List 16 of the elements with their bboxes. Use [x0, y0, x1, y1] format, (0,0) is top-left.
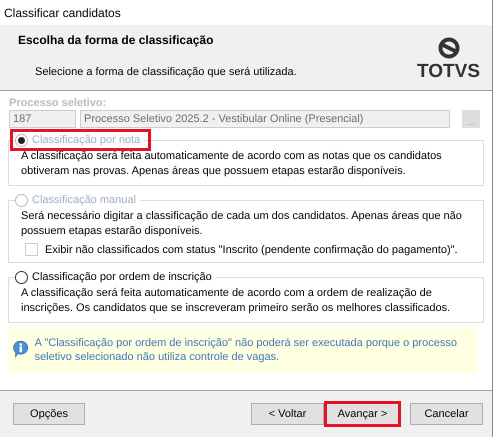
option-description: A classificação será feita automaticamente de acordo com a ordem de realização de inscrições. Os candidatos que se inscreveram primeiro serão os melhores classificados. — [21, 286, 452, 316]
window-title: Classificar candidatos — [3, 4, 122, 22]
option-description: Será necessário digitar a classificação de cada um dos candidatos. Apenas áreas que não possuem etapas estarão disponíveis. — [21, 209, 463, 239]
dialog-button[interactable]: Cancelar — [410, 403, 483, 425]
logo-icon — [438, 37, 460, 59]
step-subtitle: Selecione a forma de classificação que será utilizada. — [35, 66, 297, 78]
field-label: Processo seletivo: — [9, 97, 108, 109]
info-message: A "Classificação por ordem de inscrição" não poderá ser executada porque o processo seletivo selecionado não utiliza controle de vagas. — [34, 336, 458, 364]
dialog-button[interactable]: < Voltar — [251, 403, 324, 425]
radio-button[interactable] — [15, 270, 28, 284]
radio-label[interactable]: Classificação por ordem de inscrição — [32, 269, 212, 285]
logo-text: TOTVS — [417, 61, 480, 83]
option-description: A classificação será feita automaticamente de acordo com as notas que os candidatos obtiveram nas provas. Apenas áreas que possuem etapas estarão disponíveis. — [21, 149, 443, 179]
dialog-button[interactable]: Opções — [13, 403, 85, 425]
dialog-button[interactable]: Avançar > — [324, 401, 401, 427]
step-title: Escolha da forma de classificação — [18, 33, 214, 47]
